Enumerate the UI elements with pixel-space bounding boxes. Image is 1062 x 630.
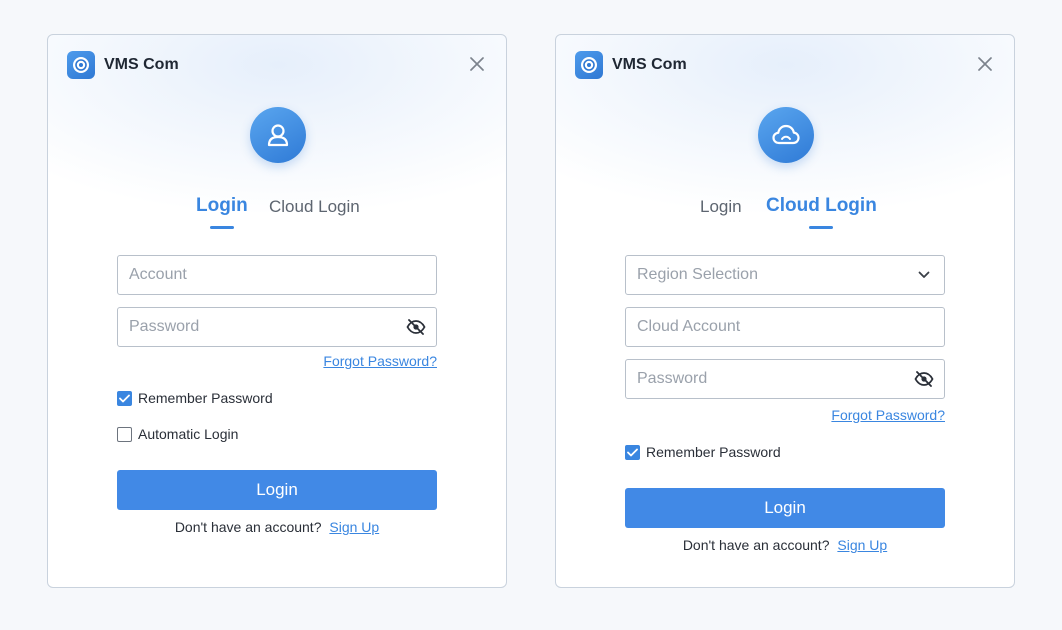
login-tabs: Login Cloud Login xyxy=(48,195,506,233)
no-account-text: Don't have an account? xyxy=(682,537,830,553)
title-bar: VMS Com xyxy=(67,51,179,79)
cloud-avatar xyxy=(758,107,814,163)
password-input[interactable] xyxy=(129,318,396,336)
sign-up-link[interactable]: Sign Up xyxy=(329,519,379,535)
account-field[interactable] xyxy=(117,255,437,295)
close-button[interactable] xyxy=(975,54,995,74)
remember-password-option[interactable]: Remember Password xyxy=(117,390,273,406)
user-icon xyxy=(267,124,289,147)
title-bar: VMS Com xyxy=(575,51,687,79)
login-tabs: Login Cloud Login xyxy=(556,195,1014,233)
tab-login[interactable]: Login xyxy=(196,195,248,229)
checkmark-icon xyxy=(627,448,638,456)
automatic-login-option[interactable]: Automatic Login xyxy=(117,426,238,442)
forgot-password-link[interactable]: Forgot Password? xyxy=(625,407,945,423)
checkmark-icon xyxy=(119,394,130,402)
tab-login-label: Login xyxy=(700,197,742,216)
app-logo-icon xyxy=(67,51,95,79)
automatic-login-label: Automatic Login xyxy=(138,426,239,442)
forgot-password-link[interactable]: Forgot Password? xyxy=(117,353,437,369)
remember-password-label: Remember Password xyxy=(646,444,781,460)
cloud-account-input[interactable] xyxy=(637,318,944,336)
password-field[interactable] xyxy=(117,307,437,347)
password-field[interactable] xyxy=(625,359,945,399)
region-dropdown-toggle[interactable] xyxy=(904,256,944,294)
toggle-password-visibility[interactable] xyxy=(396,308,436,346)
remember-password-label: Remember Password xyxy=(138,390,273,406)
eye-off-icon xyxy=(914,371,934,387)
close-icon xyxy=(978,57,992,71)
automatic-login-checkbox[interactable] xyxy=(117,426,132,442)
chevron-down-icon xyxy=(918,271,930,278)
signup-prompt: Don't have an account? Sign Up xyxy=(556,537,1014,553)
app-logo-icon xyxy=(575,51,603,79)
region-select-value: Region Selection xyxy=(637,266,758,283)
remember-password-option[interactable]: Remember Password xyxy=(625,444,781,460)
tab-cloud-login-label: Cloud Login xyxy=(269,197,360,216)
login-button[interactable]: Login xyxy=(625,488,945,528)
tab-cloud-login[interactable]: Cloud Login xyxy=(766,195,877,229)
remember-password-checkbox[interactable] xyxy=(625,444,640,460)
close-icon xyxy=(470,57,484,71)
tab-cloud-login[interactable]: Cloud Login xyxy=(269,197,360,217)
app-title: VMS Com xyxy=(104,56,179,73)
login-dialog: VMS Com Login Cloud Login Account Forgot… xyxy=(47,34,507,588)
active-tab-indicator xyxy=(209,226,234,229)
close-button[interactable] xyxy=(467,54,487,74)
tab-cloud-login-label: Cloud Login xyxy=(766,195,877,216)
no-account-text: Don't have an account? xyxy=(174,519,322,535)
active-tab-indicator xyxy=(809,226,834,229)
cloud-account-field[interactable] xyxy=(625,307,945,347)
account-input[interactable] xyxy=(129,266,436,284)
sign-up-link[interactable]: Sign Up xyxy=(837,537,887,553)
toggle-password-visibility[interactable] xyxy=(904,360,944,398)
eye-off-icon xyxy=(406,319,426,335)
app-title: VMS Com xyxy=(612,56,687,73)
login-button[interactable]: Login xyxy=(117,470,437,510)
signup-prompt: Don't have an account? Sign Up xyxy=(48,519,506,535)
remember-password-checkbox[interactable] xyxy=(117,390,132,406)
cloud-icon xyxy=(772,124,800,145)
tab-login-label: Login xyxy=(196,195,248,216)
cloud-login-dialog: VMS Com Login Cloud Login Region Selecti… xyxy=(555,34,1015,588)
tab-login[interactable]: Login xyxy=(700,197,742,217)
region-select[interactable]: Region Selection xyxy=(625,255,945,295)
password-input[interactable] xyxy=(637,370,904,388)
user-avatar xyxy=(250,107,306,163)
